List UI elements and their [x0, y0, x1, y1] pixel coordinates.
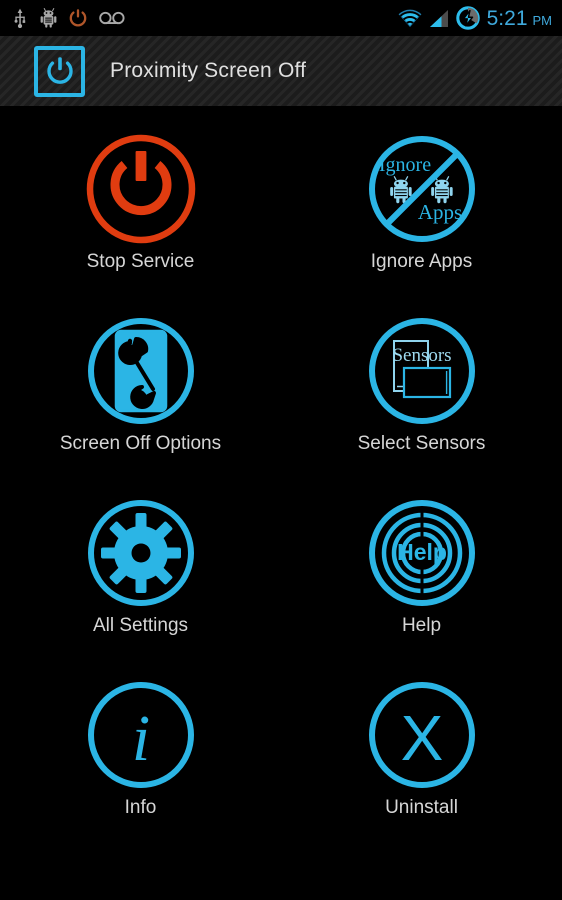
grid-item-help[interactable]: Help Help	[281, 476, 562, 658]
grid-item-stop-service[interactable]: Stop Service	[0, 112, 281, 294]
info-i-icon: i	[87, 682, 194, 788]
grid-item-label: Select Sensors	[357, 433, 486, 454]
app-screen: 5:21 PM Proximity Screen Off Stop Servic…	[0, 0, 562, 900]
phone-wrench-icon	[87, 318, 194, 424]
page-title: Proximity Screen Off	[110, 59, 307, 82]
svg-text:Sensors: Sensors	[392, 345, 451, 366]
grid-item-ignore-apps[interactable]: Ignore Apps Ignore Apps	[281, 112, 562, 294]
signal-icon	[429, 9, 448, 27]
status-bar-left-icons	[12, 8, 125, 28]
grid-item-screen-off-options[interactable]: Screen Off Options	[0, 294, 281, 476]
status-bar-clock-ampm: PM	[532, 12, 553, 28]
status-bar-right-icons: 5:21 PM	[398, 6, 552, 30]
x-circle-icon: X	[368, 682, 475, 788]
main-grid: Stop Service Ignore Apps Ignore Apps Scr…	[0, 112, 562, 840]
status-bar: 5:21 PM	[0, 0, 562, 36]
usb-icon	[14, 8, 26, 28]
svg-text:Help: Help	[397, 539, 447, 565]
grid-item-select-sensors[interactable]: Sensors Select Sensors	[281, 294, 562, 476]
android-debug-icon	[40, 8, 57, 28]
grid-item-label: Info	[124, 797, 157, 818]
grid-item-label: All Settings	[92, 615, 189, 636]
svg-text:X: X	[400, 702, 443, 774]
grid-item-info[interactable]: i Info	[0, 658, 281, 840]
grid-item-uninstall[interactable]: X Uninstall	[281, 658, 562, 840]
no-apps-icon: Ignore Apps	[368, 136, 475, 242]
grid-item-label: Screen Off Options	[59, 433, 222, 454]
gear-icon	[87, 500, 194, 606]
voicemail-icon	[99, 11, 125, 25]
power-logo-icon[interactable]	[34, 45, 85, 97]
grid-item-label: Ignore Apps	[370, 251, 473, 272]
power-off-icon	[86, 134, 195, 244]
help-rings-icon: Help	[368, 500, 475, 606]
grid-item-label: Stop Service	[86, 251, 195, 272]
status-bar-clock: 5:21	[486, 6, 528, 30]
grid-item-label: Help	[401, 615, 442, 636]
grid-item-all-settings[interactable]: All Settings	[0, 476, 281, 658]
sensors-icon: Sensors	[368, 318, 475, 424]
power-notification-icon	[69, 8, 87, 26]
action-bar: Proximity Screen Off	[0, 36, 562, 108]
wifi-icon	[398, 9, 422, 27]
svg-text:Apps: Apps	[417, 200, 461, 224]
svg-text:Ignore: Ignore	[378, 154, 430, 176]
battery-charging-icon	[455, 6, 480, 30]
grid-item-label: Uninstall	[385, 797, 458, 818]
svg-text:i: i	[131, 702, 149, 775]
